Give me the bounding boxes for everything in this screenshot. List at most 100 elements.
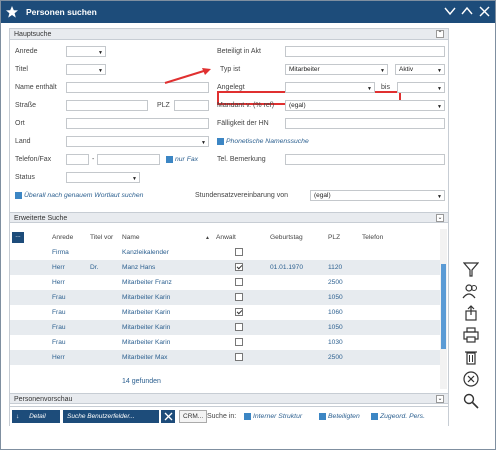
anwalt-checkbox[interactable] (235, 353, 243, 361)
share-icon[interactable] (460, 303, 482, 323)
collapse-icon[interactable] (443, 4, 457, 18)
search-panel: Hauptsuche ⌃ Anrede ▼ Titel ▼ Name enthä… (9, 28, 449, 426)
col-anrede[interactable]: Anrede (52, 234, 73, 241)
table-row[interactable]: Herr Mitarbeiter Max 2500 (10, 350, 440, 365)
grid-menu-button[interactable]: ... (12, 232, 24, 243)
expand-toggle-icon[interactable]: ⌄ (436, 395, 444, 403)
cell-anrede: Herr (52, 354, 65, 361)
anrede-select[interactable]: ▼ (66, 46, 106, 57)
anwalt-checkbox[interactable] (235, 323, 243, 331)
titel-label: Titel (15, 66, 28, 73)
ort-input[interactable] (66, 118, 209, 129)
strasse-input[interactable] (66, 100, 148, 111)
table-row[interactable]: Firma Kanzleikalender (10, 245, 440, 260)
chevron-down-icon: ▼ (437, 86, 442, 92)
name-label: Name enthält (15, 84, 57, 91)
window-title: Personen suchen (26, 7, 97, 17)
col-telefon[interactable]: Telefon (362, 234, 383, 241)
search-persons-window: Personen suchen Hauptsuche ⌃ Anrede ▼ Ti… (0, 0, 496, 450)
search-icon[interactable] (460, 391, 482, 411)
cell-name: Kanzleikalender (122, 249, 169, 256)
table-row[interactable]: Frau Mitarbeiter Karin 1050 (10, 290, 440, 305)
tel-bemerkung-input[interactable] (285, 154, 445, 165)
telefon-prefix-input[interactable] (66, 154, 89, 165)
plz-input[interactable] (174, 100, 209, 111)
mandant-select[interactable]: (egal) ▼ (285, 100, 445, 111)
anwalt-checkbox[interactable] (235, 248, 243, 256)
faelligkeit-input[interactable] (285, 118, 445, 129)
ueberall-checkbox[interactable] (15, 192, 22, 199)
expand-icon[interactable] (460, 4, 474, 18)
col-titel[interactable]: Titel vor (90, 234, 113, 241)
annotation-arrow-icon (164, 68, 211, 84)
table-row[interactable]: Herr Dr. Manz Hans 01.01.1970 1120 (10, 260, 440, 275)
col-plz[interactable]: PLZ (328, 234, 340, 241)
typ-ist-label: Typ ist (220, 66, 241, 73)
anwalt-checkbox[interactable] (235, 308, 243, 316)
detail-button[interactable]: ↓ Detail (12, 410, 60, 423)
anrede-label: Anrede (15, 48, 38, 55)
right-toolbar (457, 259, 485, 419)
beteiligten-checkbox[interactable] (319, 413, 326, 420)
close-window-icon[interactable] (477, 4, 491, 18)
angelegt-from-input[interactable]: ▼ (285, 82, 375, 93)
beteiligt-input[interactable] (285, 46, 445, 57)
cell-anrede: Frau (52, 294, 66, 301)
table-row[interactable]: Frau Mitarbeiter Karin 1030 (10, 335, 440, 350)
users-icon[interactable] (460, 281, 482, 301)
print-icon[interactable] (460, 325, 482, 345)
nur-fax-checkbox[interactable] (166, 156, 173, 163)
col-geburtstag[interactable]: Geburtstag (270, 234, 303, 241)
cell-plz: 1030 (328, 339, 343, 346)
title-bar: Personen suchen (1, 1, 495, 23)
status-select[interactable]: ▼ (66, 172, 140, 183)
bis-label: bis (381, 84, 390, 91)
mandant-value: (egal) (289, 102, 306, 109)
status-label: Status (15, 174, 35, 181)
strasse-label: Straße (15, 102, 37, 109)
clear-x-icon[interactable] (161, 410, 175, 423)
typ-ist-select[interactable]: Mitarbeiter ▼ (285, 64, 388, 75)
col-name[interactable]: Name (122, 234, 140, 241)
hauptsuche-header[interactable]: Hauptsuche ⌃ (10, 29, 448, 40)
table-row[interactable]: Frau Mitarbeiter Karin 1060 (10, 305, 440, 320)
anwalt-checkbox[interactable] (235, 263, 243, 271)
angelegt-to-input[interactable]: ▼ (397, 82, 445, 93)
cancel-circle-icon[interactable] (460, 369, 482, 389)
stundensatz-label: Stundensatzvereinbarung von (195, 192, 289, 199)
titel-select[interactable]: ▼ (66, 64, 106, 75)
angelegt-label: Angelegt (217, 84, 245, 91)
collapse-toggle-icon[interactable]: ⌃ (436, 30, 444, 38)
anwalt-checkbox[interactable] (235, 278, 243, 286)
typ-status-select[interactable]: Aktiv ▼ (395, 64, 445, 75)
trash-icon[interactable] (460, 347, 482, 367)
typ-status-value: Aktiv (399, 66, 414, 73)
cell-name: Mitarbeiter Max (122, 354, 168, 361)
ueberall-label: Überall nach genauem Wortlaut suchen (24, 192, 144, 199)
erweiterte-header[interactable]: Erweiterte Suche ⌄ (10, 212, 448, 223)
land-select[interactable]: ▼ (66, 136, 209, 147)
telefon-separator: - (92, 156, 95, 163)
filter-icon[interactable] (460, 259, 482, 279)
chevron-down-icon: ▼ (437, 194, 442, 200)
plz-label: PLZ (157, 102, 170, 109)
telefon-number-input[interactable] (97, 154, 160, 165)
vorschau-header[interactable]: Personenvorschau ⌄ (10, 393, 448, 404)
anwalt-checkbox[interactable] (235, 338, 243, 346)
stundensatz-select[interactable]: (egal) ▼ (310, 190, 445, 201)
cell-name: Mitarbeiter Karin (122, 309, 171, 316)
anwalt-checkbox[interactable] (235, 293, 243, 301)
crm-button[interactable]: CRM... (179, 410, 208, 423)
zugeord-checkbox[interactable] (371, 413, 378, 420)
col-anwalt[interactable]: Anwalt (216, 234, 236, 241)
table-row[interactable]: Frau Mitarbeiter Karin 1050 (10, 320, 440, 335)
grid-scrollbar[interactable] (440, 229, 447, 389)
land-label: Land (15, 138, 31, 145)
grid-scroll-thumb[interactable] (441, 264, 446, 349)
interne-struktur-checkbox[interactable] (244, 413, 251, 420)
phonetisch-checkbox[interactable] (217, 138, 224, 145)
table-row[interactable]: Herr Mitarbeiter Franz 2500 (10, 275, 440, 290)
sort-ascending-icon[interactable]: ▲ (205, 235, 210, 241)
suche-benutzerfelder-button[interactable]: Suche Benutzerfelder... (63, 410, 159, 423)
expand-toggle-icon[interactable]: ⌄ (436, 214, 444, 222)
